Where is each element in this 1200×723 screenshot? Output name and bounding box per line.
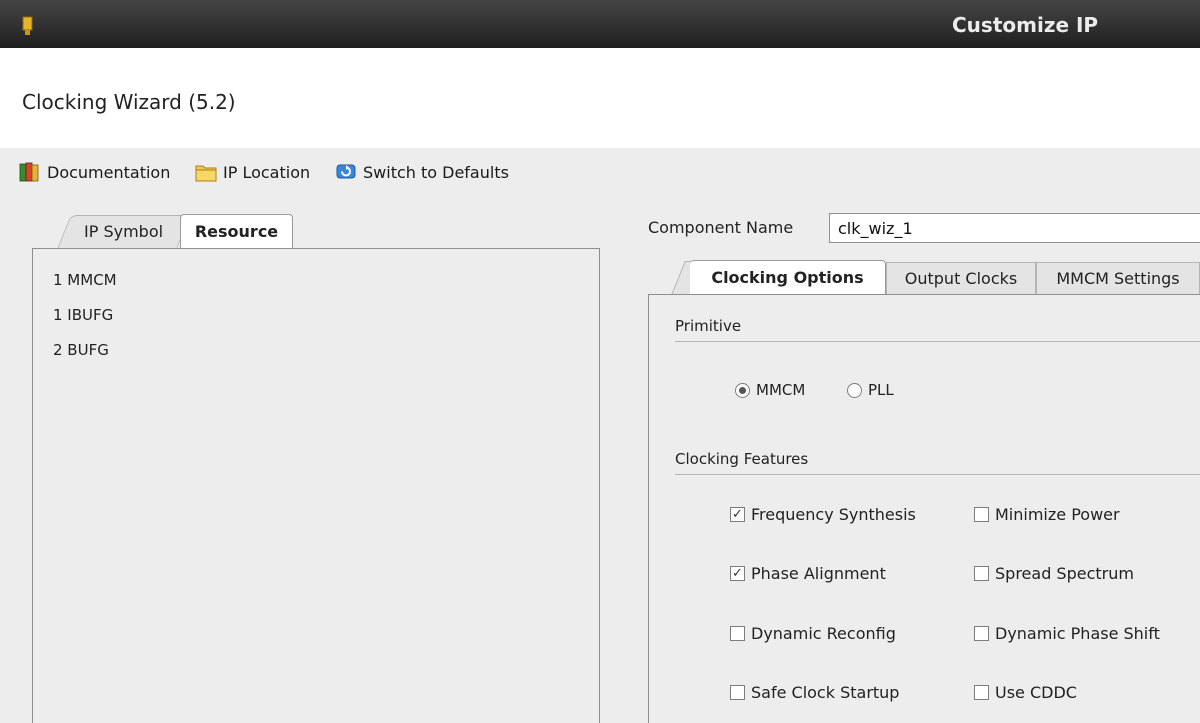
wizard-header: Clocking Wizard (5.2) bbox=[0, 48, 1200, 148]
component-name-label: Component Name bbox=[648, 218, 794, 237]
checkbox-label: Use CDDC bbox=[995, 683, 1077, 702]
resource-item: 2 BUFG bbox=[53, 341, 109, 359]
resource-panel: 1 MMCM 1 IBUFG 2 BUFG bbox=[32, 248, 600, 723]
wizard-title: Clocking Wizard (5.2) bbox=[22, 90, 236, 114]
tab-ip-symbol-label: IP Symbol bbox=[84, 222, 164, 241]
primitive-divider bbox=[675, 341, 1200, 342]
folder-icon bbox=[195, 165, 217, 182]
tab-resource-label: Resource bbox=[194, 222, 279, 241]
checkbox-unchecked bbox=[730, 626, 745, 641]
radio-mmcm[interactable]: MMCM bbox=[735, 381, 805, 399]
radio-pll-label: PLL bbox=[868, 381, 894, 399]
checkbox-safe-clock-startup[interactable]: Safe Clock Startup bbox=[730, 683, 899, 702]
tab-mmcm-settings-label: MMCM Settings bbox=[1056, 269, 1180, 288]
checkbox-minimize-power[interactable]: Minimize Power bbox=[974, 505, 1120, 524]
checkbox-label: Safe Clock Startup bbox=[751, 683, 900, 702]
primitive-section-title: Primitive bbox=[675, 317, 742, 335]
checkbox-label: Frequency Synthesis bbox=[751, 505, 916, 524]
app-icon bbox=[22, 16, 33, 35]
checkbox-checked: ✓ bbox=[730, 566, 745, 581]
switch-to-defaults-label: Switch to Defaults bbox=[363, 162, 509, 182]
checkbox-frequency-synthesis[interactable]: ✓ Frequency Synthesis bbox=[730, 505, 916, 524]
radio-selected-indicator bbox=[735, 382, 750, 398]
checkbox-checked: ✓ bbox=[730, 507, 745, 522]
checkbox-spread-spectrum[interactable]: Spread Spectrum bbox=[974, 564, 1134, 583]
resource-item: 1 MMCM bbox=[53, 271, 117, 289]
checkbox-dynamic-phase-shift[interactable]: Dynamic Phase Shift bbox=[974, 624, 1160, 643]
checkbox-unchecked bbox=[974, 566, 989, 581]
radio-pll[interactable]: PLL bbox=[847, 381, 894, 399]
tab-clocking-options[interactable]: Clocking Options bbox=[690, 260, 886, 295]
checkbox-use-cddc[interactable]: Use CDDC bbox=[974, 683, 1077, 702]
checkbox-unchecked bbox=[974, 685, 989, 700]
checkbox-unchecked bbox=[974, 507, 989, 522]
resource-item: 1 IBUFG bbox=[53, 306, 114, 324]
checkbox-label: Spread Spectrum bbox=[995, 564, 1134, 583]
switch-to-defaults-button[interactable]: Switch to Defaults bbox=[334, 161, 509, 183]
window-title: Customize IP bbox=[952, 13, 1099, 37]
component-name-input[interactable] bbox=[829, 213, 1200, 243]
tab-output-clocks[interactable]: Output Clocks bbox=[886, 262, 1036, 295]
checkbox-phase-alignment[interactable]: ✓ Phase Alignment bbox=[730, 564, 886, 583]
radio-mmcm-label: MMCM bbox=[756, 381, 806, 399]
checkbox-label: Minimize Power bbox=[995, 505, 1120, 524]
documentation-button[interactable]: Documentation bbox=[18, 161, 170, 183]
checkbox-label: Dynamic Phase Shift bbox=[995, 624, 1160, 643]
radio-unselected-indicator bbox=[847, 382, 862, 398]
tab-clocking-options-label: Clocking Options bbox=[711, 268, 864, 287]
checkbox-unchecked bbox=[974, 626, 989, 641]
checkbox-label: Phase Alignment bbox=[751, 564, 886, 583]
tab-resource[interactable]: Resource bbox=[180, 214, 293, 249]
clocking-features-section-title: Clocking Features bbox=[675, 450, 809, 468]
ip-location-button[interactable]: IP Location bbox=[194, 161, 310, 183]
checkbox-unchecked bbox=[730, 685, 745, 700]
tab-ip-symbol[interactable]: IP Symbol bbox=[57, 215, 191, 248]
clocking-options-panel: Primitive MMCM PLL Clocking Features ✓ F… bbox=[648, 294, 1200, 723]
clocking-features-divider bbox=[675, 474, 1200, 475]
checkbox-label: Dynamic Reconfig bbox=[751, 624, 896, 643]
books-icon bbox=[19, 162, 39, 182]
wizard-body: Documentation IP Location Switch to Defa… bbox=[0, 148, 1200, 723]
documentation-label: Documentation bbox=[47, 162, 171, 182]
ip-location-label: IP Location bbox=[223, 162, 311, 182]
tab-output-clocks-label: Output Clocks bbox=[904, 269, 1018, 288]
checkbox-dynamic-reconfig[interactable]: Dynamic Reconfig bbox=[730, 624, 896, 643]
window-titlebar: Customize IP bbox=[0, 0, 1200, 48]
refresh-icon bbox=[336, 164, 356, 179]
tab-mmcm-settings[interactable]: MMCM Settings bbox=[1036, 262, 1200, 295]
